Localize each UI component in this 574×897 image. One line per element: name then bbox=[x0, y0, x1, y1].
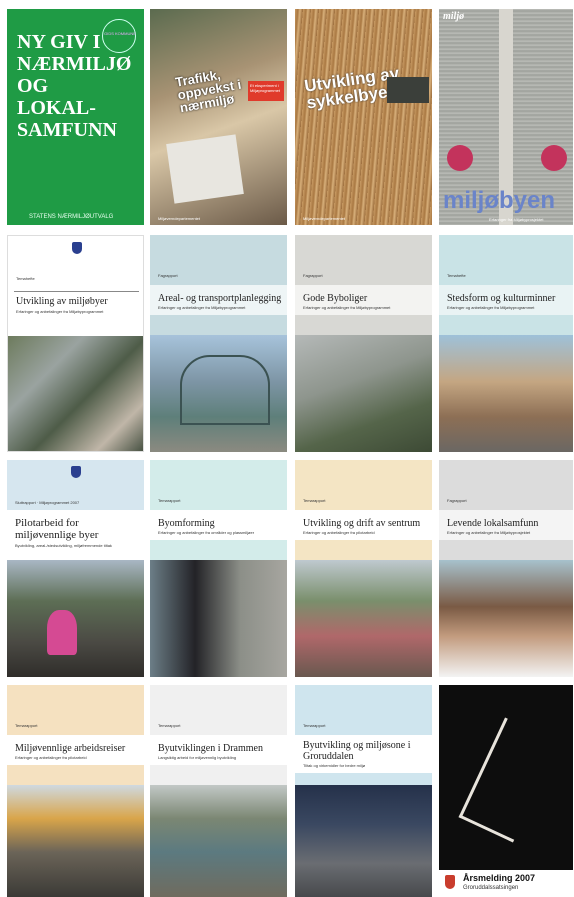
label: Temarapport bbox=[303, 723, 326, 728]
cover-title: miljøbyen bbox=[443, 187, 556, 214]
label: Temarapport bbox=[303, 498, 326, 503]
collage-photo bbox=[8, 336, 143, 451]
bike-photo bbox=[387, 77, 429, 103]
cover-title: Pilotarbeid for miljøvennlige byer bbox=[15, 517, 99, 541]
footer: Erfaringer fra Miljøbyprosjektet bbox=[489, 217, 544, 222]
header: miljø bbox=[443, 11, 465, 22]
label: Temarapport bbox=[158, 723, 181, 728]
label: Temarapport bbox=[158, 498, 181, 503]
label: Temahefte bbox=[16, 276, 35, 281]
cover-byomforming[interactable]: Temarapport Byomforming Erfaringer og an… bbox=[150, 460, 287, 677]
cover-stedsform[interactable]: Temahefte Stedsform og kulturminner Erfa… bbox=[439, 235, 573, 452]
flowers-right-icon bbox=[541, 145, 567, 171]
label: Fagrapport bbox=[303, 273, 323, 278]
map-paper bbox=[166, 134, 244, 204]
cover-trafikk[interactable]: Trafikk, oppvekst i nærmiljø Et eksperim… bbox=[150, 9, 287, 225]
wheat-field-photo bbox=[295, 9, 432, 225]
subtitle: Tiltak og virkemidler for bedre miljø bbox=[303, 763, 366, 768]
label: Fagrapport bbox=[447, 498, 467, 503]
cover-arbeidsreiser[interactable]: Temarapport Miljøvennlige arbeidsreiser … bbox=[7, 685, 144, 897]
footer: Miljøverndepartementet bbox=[158, 216, 201, 221]
subtitle: Erfaringer og anbefalinger fra Miljøbypr… bbox=[16, 309, 104, 314]
subtitle: Erfaringer og anbefalinger fra pilotarbe… bbox=[303, 530, 375, 535]
subtitle: Erfaringer og anbefalinger fra Miljøbypr… bbox=[303, 305, 391, 310]
bicycle-parking-photo bbox=[7, 785, 144, 897]
flowers-left-icon bbox=[447, 145, 473, 171]
cover-pilotarbeid[interactable]: Sluttrapport · Miljøprogrammet 2007 Pilo… bbox=[7, 460, 144, 677]
cover-title: Utvikling av miljøbyer bbox=[16, 296, 108, 307]
divider bbox=[14, 291, 139, 292]
cover-title: Levende lokalsamfunn bbox=[447, 518, 539, 529]
subtitle: Groruddalssatsingen bbox=[463, 885, 519, 891]
cover-title: Miljøvennlige arbeidsreiser bbox=[15, 743, 126, 754]
aerial-collage-photo bbox=[150, 560, 287, 677]
cover-title: Gode Byboliger bbox=[303, 293, 368, 304]
drammen-aerial-photo bbox=[150, 785, 287, 897]
highway-photo bbox=[295, 785, 432, 897]
cover-title: Byutviklingen i Drammen bbox=[158, 743, 263, 754]
cover-miljobyen[interactable]: miljø miljøbyen Erfaringer fra Miljøbypr… bbox=[439, 9, 573, 225]
subtitle: Erfaringer og anbefalinger fra områder o… bbox=[158, 530, 255, 535]
cover-title: Areal- og transportplanlegging bbox=[158, 293, 282, 304]
cover-title: Byutvikling og miljøsone i Groruddalen bbox=[303, 740, 411, 762]
children-photo bbox=[439, 560, 573, 677]
housing-photo bbox=[295, 335, 432, 452]
subtitle: Byutvikling, areal-/stedsutvikling, milj… bbox=[15, 543, 112, 548]
pedestrian-street-photo bbox=[295, 560, 432, 677]
kommune-badge-icon bbox=[102, 19, 136, 53]
publisher: STATENS NÆRMILJØUTVALG bbox=[29, 214, 114, 220]
subtitle-box: Et eksperiment i Miljøprogrammet bbox=[248, 81, 284, 101]
subtitle: Erfaringer og anbefalinger fra Miljøbypr… bbox=[447, 305, 535, 310]
cover-areal-transport[interactable]: Fagrapport Areal- og transportplanleggin… bbox=[150, 235, 287, 452]
subtitle: Erfaringer og anbefalinger fra pilotarbe… bbox=[15, 755, 87, 760]
cover-groruddalen[interactable]: Temarapport Byutvikling og miljøsone i G… bbox=[295, 685, 432, 897]
subtitle: Langsiktig arbeid for miljøvennlig byutv… bbox=[158, 755, 237, 760]
crest-icon bbox=[445, 875, 455, 889]
subtitle: Erfaringer og anbefalinger fra Miljøbypr… bbox=[447, 530, 531, 535]
label: Fagrapport bbox=[158, 273, 178, 278]
cover-title: Utvikling og drift av sentrum bbox=[303, 518, 421, 529]
label: Temahefte bbox=[447, 273, 466, 278]
cover-gode-byboliger[interactable]: Fagrapport Gode Byboliger Erfaringer og … bbox=[295, 235, 432, 452]
crest-icon bbox=[71, 466, 81, 478]
cover-title: Årsmelding 2007 bbox=[463, 873, 536, 883]
cover-title: Stedsform og kulturminner bbox=[447, 293, 556, 304]
street-photo bbox=[439, 335, 573, 452]
footer: Miljøverndepartementet bbox=[303, 216, 346, 221]
cover-ny-giv[interactable]: NY GIV I NÆRMILJØ OG LOKAL-SAMFUNN GIDS … bbox=[7, 9, 144, 225]
badge-text: GIDS KOMMUNE bbox=[104, 31, 136, 36]
subtitle: Erfaringer og anbefalinger fra Miljøbypr… bbox=[158, 305, 246, 310]
cover-sykkelbyer[interactable]: Utvikling av sykkelbyer Miljøverndeparte… bbox=[295, 9, 432, 225]
cover-lokalsamfunn[interactable]: Fagrapport Levende lokalsamfunn Erfaring… bbox=[439, 460, 573, 677]
cover-sentrum[interactable]: Temarapport Utvikling og drift av sentru… bbox=[295, 460, 432, 677]
crest-icon bbox=[72, 242, 82, 254]
acrobat-figure bbox=[458, 717, 560, 843]
dancer-dress bbox=[47, 610, 77, 655]
cover-title: Byomforming bbox=[158, 518, 215, 529]
label: Sluttrapport · Miljøprogrammet 2007 bbox=[15, 500, 80, 505]
label: Temarapport bbox=[15, 723, 38, 728]
shelter-shape bbox=[180, 355, 270, 425]
cover-utvikling-miljobyer[interactable]: Temahefte Utvikling av miljøbyer Erfarin… bbox=[7, 235, 144, 452]
cover-drammen[interactable]: Temarapport Byutviklingen i Drammen Lang… bbox=[150, 685, 287, 897]
cover-arsmelding[interactable]: Årsmelding 2007 Groruddalssatsingen bbox=[439, 685, 573, 897]
